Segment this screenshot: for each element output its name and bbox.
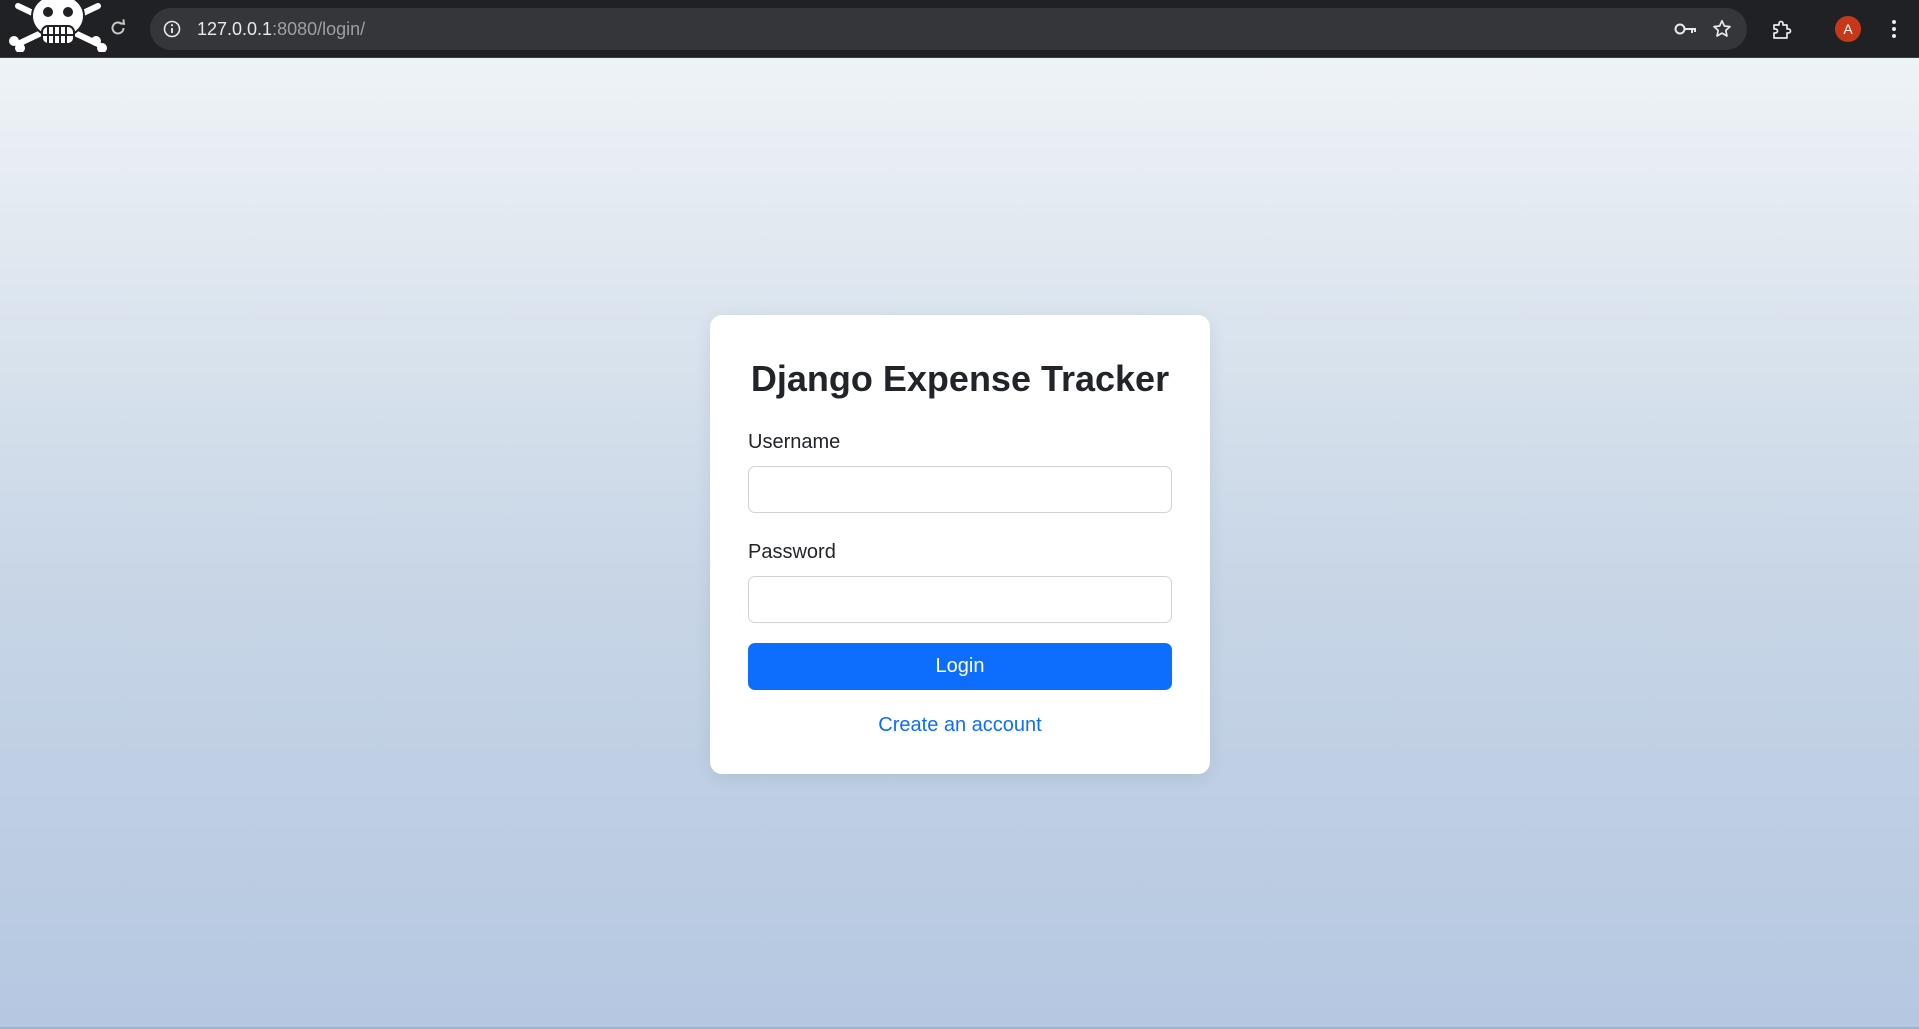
puzzle-piece-icon[interactable]: [1769, 17, 1795, 43]
page-title: Django Expense Tracker: [750, 358, 1170, 399]
create-account-link[interactable]: Create an account: [748, 714, 1172, 737]
password-input[interactable]: [748, 576, 1172, 623]
url-path: :8080/login/: [272, 19, 366, 39]
url-text[interactable]: 127.0.0.1:8080/login/: [197, 8, 365, 50]
profile-avatar[interactable]: A: [1835, 16, 1861, 42]
address-bar[interactable]: 127.0.0.1:8080/login/: [150, 8, 1747, 50]
vertical-dots-icon[interactable]: [1885, 16, 1903, 42]
key-icon[interactable]: [1674, 17, 1698, 41]
page: 127.0.0.1:8080/login/ A Django Expense T…: [0, 0, 1919, 1029]
star-icon[interactable]: [1710, 17, 1734, 41]
password-label: Password: [748, 541, 836, 563]
page-viewport: Django Expense Tracker Username Password…: [0, 58, 1919, 1029]
login-button[interactable]: Login: [748, 643, 1172, 690]
username-input[interactable]: [748, 466, 1172, 513]
url-host: 127.0.0.1: [197, 19, 273, 39]
username-label: Username: [748, 431, 841, 453]
browser-toolbar: 127.0.0.1:8080/login/ A: [0, 0, 1919, 58]
info-icon[interactable]: [160, 17, 184, 41]
reload-icon[interactable]: [106, 16, 130, 40]
login-card: Django Expense Tracker Username Password…: [710, 315, 1210, 774]
jolly-roger-skull-icon[interactable]: [4, 0, 112, 53]
